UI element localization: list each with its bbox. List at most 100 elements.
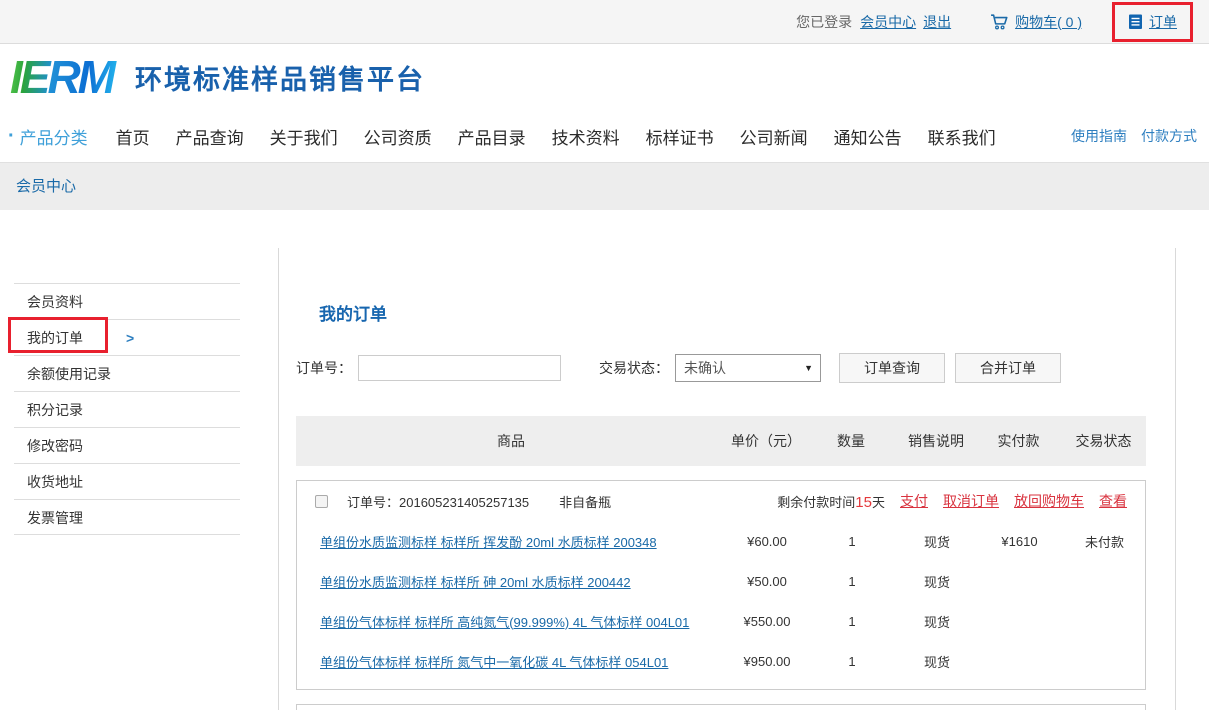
order-link-highlight[interactable]: 订单 <box>1112 2 1193 42</box>
product-link[interactable]: 单组份水质监测标样 标样所 砷 20ml 水质标样 200442 <box>320 575 631 590</box>
sidebar-item-label: 会员资料 <box>27 294 83 310</box>
trade-status-select[interactable]: 未确认 ▼ <box>675 354 821 382</box>
nav-item[interactable]: 通知公告 <box>834 124 902 149</box>
member-center-link[interactable]: 会员中心 <box>860 12 916 32</box>
sidebar-item-label: 发票管理 <box>27 510 83 526</box>
sales-note-cell: 现货 <box>897 652 977 671</box>
nav-item[interactable]: 产品查询 <box>176 124 244 149</box>
product-link[interactable]: 单组份气体标样 标样所 氮气中一氧化碳 4L 气体标样 054L01 <box>320 655 668 670</box>
nav-product-category-label: 产品分类 <box>20 124 88 149</box>
orders-list: 订单号：201605231405257135 非自备瓶 剩余付款时间15天支付取消订… <box>279 480 1175 710</box>
order-item-row: 单组份气体标样 标样所 氮气中一氧化碳 4L 气体标样 054L01 ¥950.0… <box>297 641 1145 681</box>
logout-link[interactable]: 退出 <box>923 12 951 32</box>
nav-secondary-link[interactable]: 使用指南 <box>1071 126 1127 146</box>
nav-item[interactable]: 公司资质 <box>364 124 432 149</box>
merge-orders-button[interactable]: 合并订单 <box>955 353 1061 383</box>
sales-note-cell: 现货 <box>897 572 977 591</box>
login-status: 您已登录 <box>796 12 852 32</box>
order-action-link[interactable]: 放回购物车 <box>1014 491 1084 511</box>
order-header-row: 订单号：201605171217098691非自备瓶查看 <box>297 705 1145 710</box>
product-link[interactable]: 单组份气体标样 标样所 高纯氮气(99.999%) 4L 气体标样 004L01 <box>320 615 689 630</box>
order-action-link[interactable]: 支付 <box>900 491 928 511</box>
order-action-link[interactable]: 查看 <box>1099 491 1127 511</box>
nav-item[interactable]: 标样证书 <box>646 124 714 149</box>
unit-price-cell: ¥950.00 <box>727 654 807 669</box>
main-nav: · 产品分类 首页 产品查询 关于我们 公司资质 产品目录 技术资料 标样证书 公司新闻 通知公… <box>0 110 1209 162</box>
sidebar-item[interactable]: 积分记录 <box>14 391 240 427</box>
page-title: 我的订单 <box>319 300 1175 325</box>
sidebar-item[interactable]: 会员资料 <box>14 283 240 319</box>
trade-status-label: 交易状态： <box>599 358 669 378</box>
sales-note-cell: 现货 <box>897 612 977 631</box>
order-list-icon <box>1128 13 1143 30</box>
table-header-cell: 交易状态 <box>1061 431 1146 451</box>
remaining-payment-time: 剩余付款时间15天 <box>777 492 885 511</box>
order-filter-bar: 订单号： 交易状态： 未确认 ▼ 订单查询 合并订单 <box>296 353 1175 383</box>
order-action-link[interactable]: 取消订单 <box>943 491 999 511</box>
quantity-cell: 1 <box>807 654 897 669</box>
logo: IERM <box>10 54 121 100</box>
bullet-icon: · <box>8 125 15 148</box>
sidebar-item-label: 收货地址 <box>27 474 83 490</box>
member-sidebar: 会员资料我的订单 >余额使用记录积分记录修改密码收货地址发票管理 <box>14 283 240 535</box>
product-name-cell: 单组份气体标样 标样所 高纯氮气(99.999%) 4L 气体标样 004L01 <box>297 612 727 631</box>
order-block: 订单号：201605231405257135 非自备瓶 剩余付款时间15天支付取消订… <box>296 480 1146 690</box>
sales-note-cell: 现货 <box>897 532 977 551</box>
nav-item[interactable]: 技术资料 <box>552 124 620 149</box>
order-no-label: 订单号： <box>296 358 352 378</box>
breadcrumb: 会员中心 <box>0 162 1209 210</box>
table-header-cell: 实付款 <box>976 431 1061 451</box>
quantity-cell: 1 <box>807 574 897 589</box>
table-header-cell: 商品 <box>296 431 726 451</box>
bottle-note: 非自备瓶 <box>559 492 611 511</box>
table-header-cell: 销售说明 <box>896 431 976 451</box>
logo-bar: IERM 环境标准样品销售平台 <box>0 44 1209 110</box>
nav-item[interactable]: 产品目录 <box>458 124 526 149</box>
order-header-row: 订单号：201605231405257135 非自备瓶 剩余付款时间15天支付取消订… <box>297 481 1145 521</box>
content-area: 会员资料我的订单>余额使用记录积分记录修改密码收货地址发票管理 我的订单 订单号… <box>0 210 1209 710</box>
sidebar-item-label: 积分记录 <box>27 402 83 418</box>
paid-amount-cell: ¥1610 <box>977 534 1062 549</box>
sidebar-item[interactable]: 发票管理 <box>14 499 240 535</box>
cart-link[interactable]: 购物车( 0 ) <box>1015 12 1082 32</box>
nav-item[interactable]: 公司新闻 <box>740 124 808 149</box>
order-no-input[interactable] <box>358 355 561 381</box>
trade-status-selected-value: 未确认 <box>684 358 726 378</box>
unit-price-cell: ¥550.00 <box>727 614 807 629</box>
sidebar-item[interactable]: 余额使用记录 <box>14 355 240 391</box>
nav-item[interactable]: 关于我们 <box>270 124 338 149</box>
trade-status-cell: 未付款 <box>1062 532 1147 551</box>
sidebar-item[interactable]: 我的订单 > <box>14 319 240 355</box>
nav-item[interactable]: 联系我们 <box>928 124 996 149</box>
unit-price-cell: ¥60.00 <box>727 534 807 549</box>
site-title: 环境标准样品销售平台 <box>135 58 425 97</box>
order-item-row: 单组份气体标样 标样所 高纯氮气(99.999%) 4L 气体标样 004L01… <box>297 601 1145 641</box>
topbar: 您已登录 会员中心 退出 购物车( 0 ) 订单 <box>0 0 1209 44</box>
order-block: 订单号：201605171217098691非自备瓶查看 <box>296 704 1146 710</box>
sidebar-item[interactable]: 收货地址 <box>14 463 240 499</box>
order-number: 订单号：201605231405257135 <box>347 492 529 511</box>
product-name-cell: 单组份水质监测标样 标样所 挥发酚 20ml 水质标样 200348 <box>297 532 727 551</box>
chevron-down-icon: ▼ <box>804 363 813 373</box>
order-checkbox[interactable] <box>315 495 328 508</box>
main-panel: 我的订单 订单号： 交易状态： 未确认 ▼ 订单查询 合并订单 商品单价（元）数… <box>278 248 1176 710</box>
orders-table-header: 商品单价（元）数量销售说明实付款交易状态 <box>296 416 1146 466</box>
table-header-cell: 数量 <box>806 431 896 451</box>
quantity-cell: 1 <box>807 614 897 629</box>
active-arrow-icon: > <box>126 320 134 356</box>
order-item-row: 单组份水质监测标样 标样所 砷 20ml 水质标样 200442 ¥50.001现… <box>297 561 1145 601</box>
nav-item[interactable]: 首页 <box>116 124 150 149</box>
sidebar-item-label: 我的订单 <box>27 330 83 346</box>
order-item-row: 单组份水质监测标样 标样所 挥发酚 20ml 水质标样 200348 ¥60.00… <box>297 521 1145 561</box>
nav-secondary-links: 使用指南付款方式 <box>1071 126 1209 146</box>
product-link[interactable]: 单组份水质监测标样 标样所 挥发酚 20ml 水质标样 200348 <box>320 535 657 550</box>
cart-group[interactable]: 购物车( 0 ) <box>989 12 1082 32</box>
nav-secondary-link[interactable]: 付款方式 <box>1141 126 1197 146</box>
order-query-button[interactable]: 订单查询 <box>839 353 945 383</box>
unit-price-cell: ¥50.00 <box>727 574 807 589</box>
order-link[interactable]: 订单 <box>1149 12 1177 32</box>
nav-product-category[interactable]: · 产品分类 <box>8 124 88 149</box>
sidebar-item[interactable]: 修改密码 <box>14 427 240 463</box>
quantity-cell: 1 <box>807 534 897 549</box>
product-name-cell: 单组份气体标样 标样所 氮气中一氧化碳 4L 气体标样 054L01 <box>297 652 727 671</box>
